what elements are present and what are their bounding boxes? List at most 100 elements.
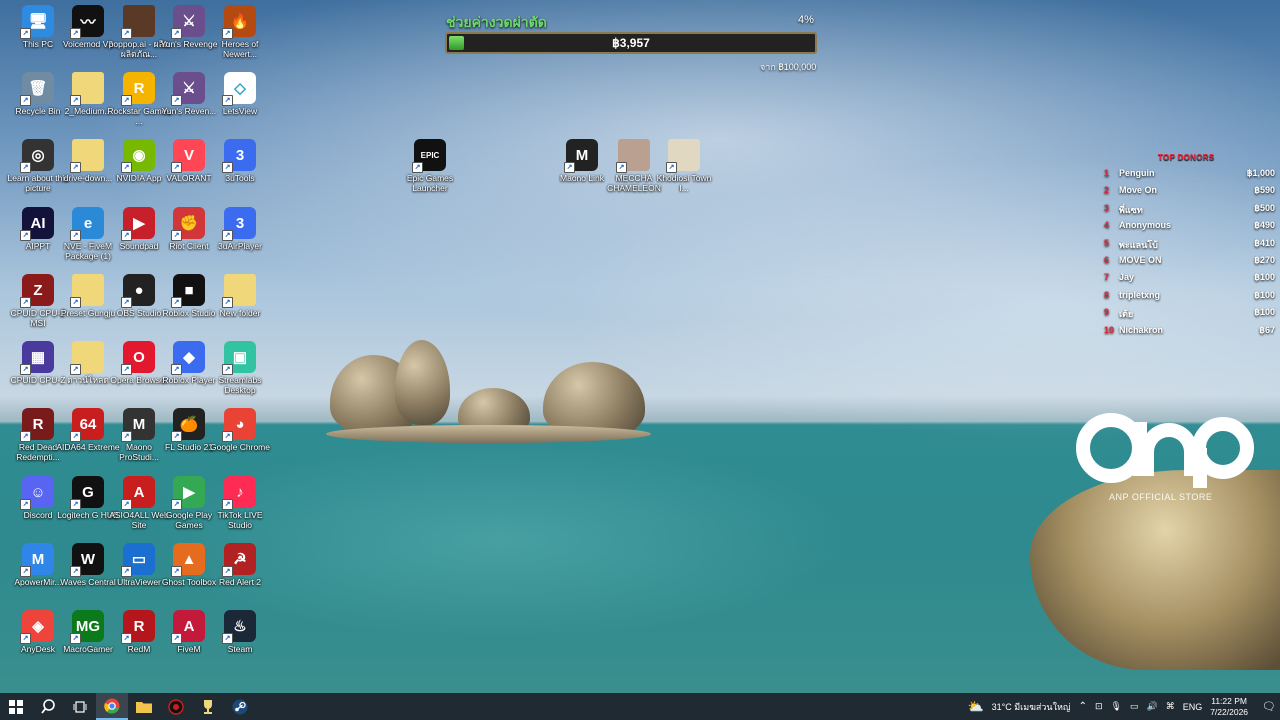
anydesk-icon: ◈ ↗ [20,610,54,644]
donor-name: พี่แซท [1119,204,1143,215]
red-alert-icon: ☭ ↗ [222,543,256,577]
3utools-icon: 3 ↗ [222,139,256,173]
yuns-revenge-icon: ⚔ ↗ [171,5,205,39]
shortcut-arrow-icon: ↗ [121,297,132,308]
shortcut-arrow-icon: ↗ [20,28,31,39]
macrogamer-icon: MG ↗ [70,610,104,644]
shortcut-arrow-icon: ↗ [70,431,81,442]
donation-amount: ฿3,957 [612,36,650,50]
desktop-icon-label: 3uTools [225,173,255,183]
display-icon[interactable]: ▭ [1130,701,1139,712]
donor-name: Anonymous [1119,220,1172,231]
shortcut-arrow-icon: ↗ [222,230,233,241]
windows-icon [9,699,23,714]
shortcut-arrow-icon: ↗ [20,633,31,644]
shortcut-arrow-icon: ↗ [222,95,233,106]
maono-prostudio-icon: M ↗ [121,408,155,442]
donation-goal: จาก ฿100,000 [760,62,817,72]
3uairplayer-icon: 3 ↗ [222,207,256,241]
donor-row: 6 MOVE ON ฿270 [1100,255,1280,272]
shortcut-arrow-icon: ↗ [70,95,81,106]
shortcut-arrow-icon: ↗ [70,230,81,241]
shortcut-arrow-icon: ↗ [20,95,31,106]
donor-name: พะแลนโบ้ [1119,239,1158,250]
streamlabs-icon: ▣ ↗ [222,341,256,375]
shortcut-arrow-icon: ↗ [70,162,81,173]
volume-icon[interactable]: 🔊 [1146,701,1157,712]
shortcut-arrow-icon: ↗ [121,499,132,510]
donor-name: เต้ย [1119,309,1134,320]
yuns-revenge-2-icon: ⚔ ↗ [171,72,205,106]
shortcut-arrow-icon: ↗ [121,566,132,577]
donor-amount: ฿67 [1259,324,1275,335]
link-icon[interactable]: ⌘ [1166,701,1175,712]
khodiosi-icon: ↗ [666,139,700,173]
drive-down-icon: ↗ [70,139,104,173]
rock-base [326,425,651,443]
weather-icon[interactable]: ⛅ [967,699,983,715]
donor-name: MOVE ON [1119,254,1162,265]
language-indicator[interactable]: ENG [1183,702,1203,712]
taskbar-chrome[interactable] [96,693,128,720]
donor-row: 3 พี่แซท ฿500 [1100,203,1280,220]
desktop-icon-label: LetsView [222,106,258,116]
taskbar-file-explorer[interactable] [128,693,160,720]
shortcut-arrow-icon: ↗ [20,364,31,375]
donor-row: 4 Anonymous ฿490 [1100,220,1280,237]
shortcut-arrow-icon: ↗ [171,230,182,241]
task-view-button[interactable] [64,693,96,720]
desktop-icon-heroes-newerth[interactable]: 🔥 ↗ Heroes of Newert... [208,5,272,59]
desktop-icon-label: Streamlabs Desktop [218,375,262,395]
donor-rank: 6 [1104,254,1110,265]
microphone-icon[interactable]: 🎙 [1111,701,1122,712]
desktop-icon-khodiosi[interactable]: ↗ Khodiosi Town I... [652,139,716,193]
desktop-icon-letsview[interactable]: ◇ ↗ LetsView [208,72,272,116]
desktop-icon-steam[interactable]: ♨ ↗ Steam [208,610,272,654]
start-button[interactable] [0,693,32,720]
donor-rank: 8 [1104,289,1110,300]
aippt-icon: AI ↗ [20,207,54,241]
desktop-icon-epic[interactable]: EPIC ↗ Epic Games Launcher [398,139,462,193]
desktop-icon-new-folder[interactable]: ↗ New folder [208,274,272,318]
desktop-icon-tiktok-live[interactable]: ♪ ↗ TikTok LIVE Studio [208,476,272,530]
shortcut-arrow-icon: ↗ [171,364,182,375]
clock[interactable]: 11:22 PM 7/22/2026 [1210,696,1248,718]
top-donors-title: TOP DONORS [1158,153,1215,162]
network-status-icon[interactable]: ⊡ [1095,701,1103,712]
chrome-icon: ◕ ↗ [222,408,256,442]
taskbar-steam[interactable] [224,693,256,720]
shortcut-arrow-icon: ↗ [171,499,182,510]
donor-rank: 2 [1104,185,1110,196]
chrome-icon [104,698,120,714]
desktop-icon-streamlabs[interactable]: ▣ ↗ Streamlabs Desktop [208,341,272,395]
shortcut-arrow-icon: ↗ [222,566,233,577]
taskbar-app-trophy[interactable] [192,693,224,720]
riot-client-icon: ✊ ↗ [171,207,205,241]
taskbar-app-red[interactable] [160,693,192,720]
notification-icon[interactable]: 🗨 [1262,700,1276,713]
donor-rank: 4 [1104,220,1110,231]
desktop-icon-chrome[interactable]: ◕ ↗ Google Chrome [208,408,272,452]
desktop-icon-red-alert[interactable]: ☭ ↗ Red Alert 2 [208,543,272,587]
search-icon [40,699,55,714]
asio4all-icon: A ↗ [121,476,155,510]
search-button[interactable] [32,693,64,720]
donor-rank: 9 [1104,307,1110,318]
donation-percent: 4% [798,14,814,26]
cpuid-msi-icon: Z ↗ [20,274,54,308]
fivem-icon: A ↗ [171,610,205,644]
shortcut-arrow-icon: ↗ [121,230,132,241]
shortcut-arrow-icon: ↗ [171,633,182,644]
chevron-up-icon[interactable]: ⌃ [1079,701,1087,712]
shortcut-arrow-icon: ↗ [20,431,31,442]
desktop-icon-3uairplayer[interactable]: 3 ↗ 3uAirPlayer [208,207,272,251]
donor-rank: 1 [1104,168,1110,178]
system-tray: ⛅ 31°C มีเมฆส่วนใหญ่ ⌃ ⊡ 🎙 ▭ 🔊 ⌘ ENG 11:… [963,693,1280,720]
poppop-icon: ↗ [121,5,155,39]
folder-icon [136,702,152,713]
shortcut-arrow-icon: ↗ [121,28,132,39]
weather-text[interactable]: 31°C มีเมฆส่วนใหญ่ [992,700,1071,714]
donor-rank: 7 [1104,272,1110,283]
desktop-icon-3utools[interactable]: 3 ↗ 3uTools [208,139,272,183]
shortcut-arrow-icon: ↗ [222,28,233,39]
